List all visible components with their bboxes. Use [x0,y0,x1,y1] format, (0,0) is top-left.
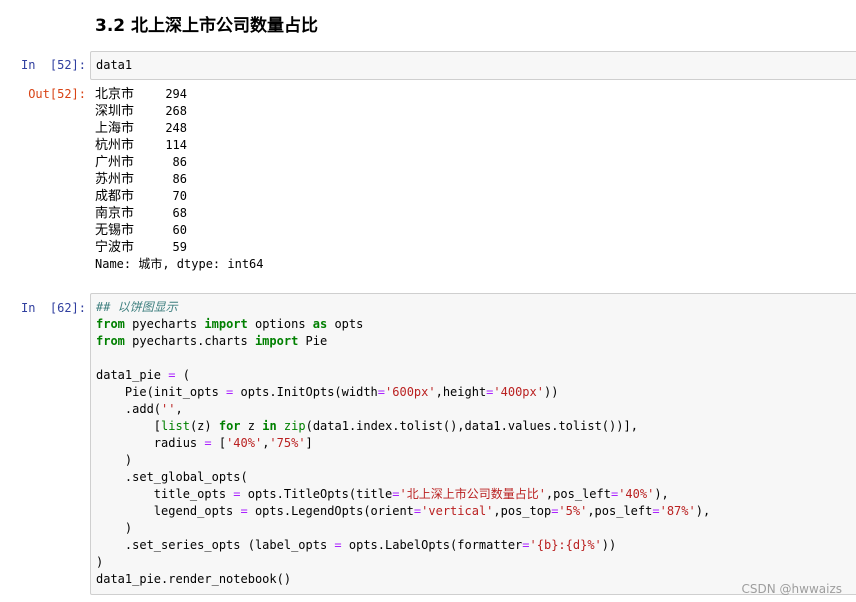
watermark: CSDN @hwwaizs [741,582,843,596]
series-value: 70 [172,189,187,203]
cell-52-output: 北京市 294 深圳市 268 上海市 248 杭州市 114 广州市 86 苏州市 86 成都市 70 南… [95,86,264,273]
series-footer: Name: 城市, dtype: int64 [95,257,264,271]
series-index-label: 宁波市 [95,240,135,255]
cell-62-input[interactable]: ## 以饼图显示 from pyecharts import options a… [90,293,856,595]
series-index-label: 杭州市 [95,138,135,153]
series-value: 248 [165,121,187,135]
series-row: 宁波市 59 [95,239,264,256]
section-heading: 3.2 北上深上市公司数量占比 [95,16,319,36]
series-value: 60 [172,223,187,237]
series-index-label: 苏州市 [95,172,135,187]
series-output: 北京市 294 深圳市 268 上海市 248 杭州市 114 广州市 86 苏州市 86 成都市 70 南… [95,86,264,256]
series-index-label: 上海市 [95,121,135,136]
series-row: 苏州市 86 [95,171,264,188]
series-row: 杭州市 114 [95,137,264,154]
series-index-label: 无锡市 [95,223,135,238]
series-value: 114 [165,138,187,152]
series-row: 无锡市 60 [95,222,264,239]
series-index-label: 深圳市 [95,104,135,119]
series-index-label: 北京市 [95,87,135,102]
cell-52-input[interactable]: data1 [90,51,856,80]
series-value: 86 [172,172,187,186]
cell-62-code[interactable]: ## 以饼图显示 from pyecharts import options a… [96,299,710,588]
notebook-page: 3.2 北上深上市公司数量占比 In [52]: data1 Out[52]: … [0,0,856,602]
series-row: 成都市 70 [95,188,264,205]
series-value: 59 [172,240,187,254]
series-value: 294 [165,87,187,101]
series-index-label: 南京市 [95,206,135,221]
series-row: 深圳市 268 [95,103,264,120]
series-row: 北京市 294 [95,86,264,103]
series-value: 268 [165,104,187,118]
cell-62-in-prompt: In [62]: [20,301,86,315]
series-index-label: 广州市 [95,155,135,170]
series-row: 南京市 68 [95,205,264,222]
series-index-label: 成都市 [95,189,135,204]
cell-52-out-prompt: Out[52]: [28,87,86,101]
series-row: 广州市 86 [95,154,264,171]
series-value: 68 [172,206,187,220]
cell-52-code[interactable]: data1 [96,57,132,74]
cell-52-in-prompt: In [52]: [20,58,86,72]
series-value: 86 [172,155,187,169]
series-row: 上海市 248 [95,120,264,137]
